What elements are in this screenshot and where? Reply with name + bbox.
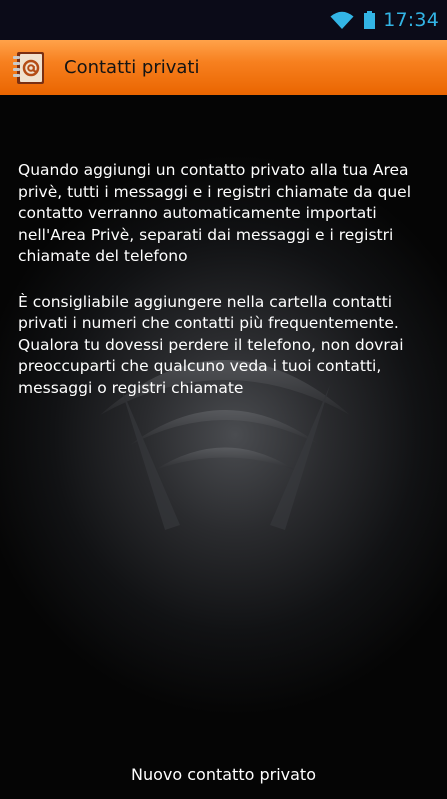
contacts-book-icon[interactable]: [10, 49, 48, 87]
page-title: Contatti privati: [64, 57, 200, 78]
app-screen: 17:34 Contatti privati Quando aggiungi u…: [0, 0, 447, 799]
action-bar: Contatti privati: [0, 40, 447, 95]
battery-icon: [364, 11, 376, 29]
clock: 17:34: [383, 9, 439, 31]
content-area: Quando aggiungi un contatto privato alla…: [0, 95, 447, 799]
wifi-icon: [330, 11, 354, 29]
status-bar: 17:34: [0, 0, 447, 40]
new-private-contact-button[interactable]: Nuovo contatto privato: [0, 749, 447, 799]
info-paragraph: È consigliabile aggiungere nella cartell…: [18, 292, 404, 397]
info-paragraph: Quando aggiungi un contatto privato alla…: [18, 161, 412, 265]
info-text-block: Quando aggiungi un contatto privato alla…: [18, 160, 438, 423]
